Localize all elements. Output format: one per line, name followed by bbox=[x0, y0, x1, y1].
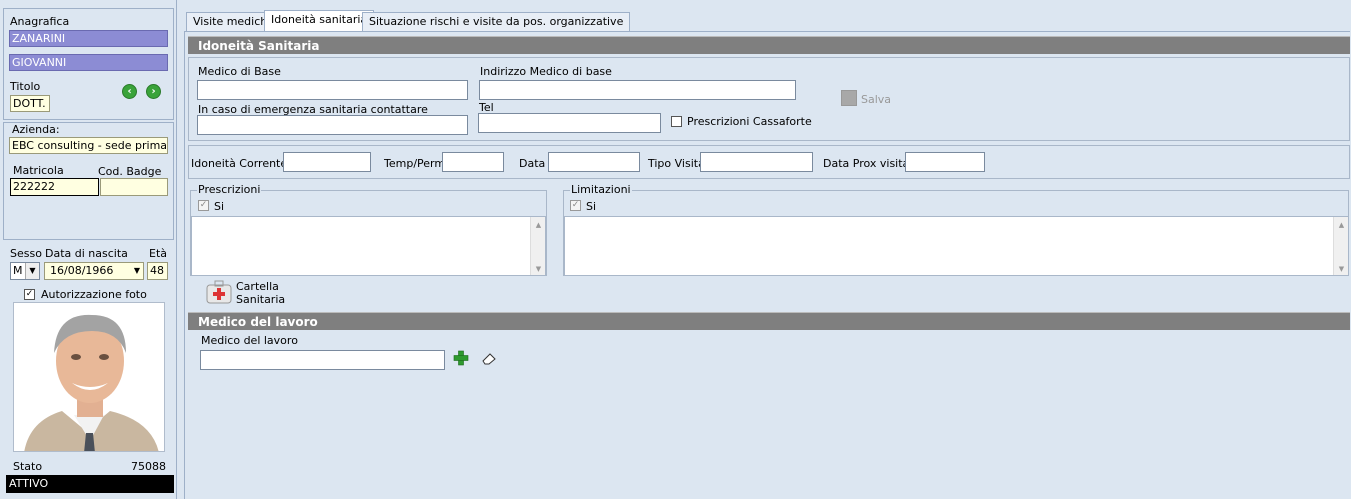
nascita-date-picker[interactable]: 16/08/1966 ▼ bbox=[44, 262, 144, 280]
indirizzo-label: Indirizzo Medico di base bbox=[480, 65, 612, 78]
temp-field[interactable] bbox=[442, 152, 504, 172]
matricola-field[interactable]: 222222 bbox=[10, 178, 99, 196]
medico-base-label: Medico di Base bbox=[198, 65, 281, 78]
idoneita-header: Idoneità Sanitaria bbox=[188, 36, 1350, 54]
azienda-label: Azienda: bbox=[12, 123, 60, 136]
cassaforte-checkbox[interactable] bbox=[671, 116, 682, 127]
stato-number: 75088 bbox=[131, 460, 166, 473]
prescrizioni-si-label: Si bbox=[214, 200, 225, 213]
name-field[interactable]: GIOVANNI bbox=[9, 54, 168, 71]
next-record-icon[interactable]: › bbox=[146, 84, 161, 99]
prox-label: Data Prox visita bbox=[823, 157, 910, 170]
corrente-field[interactable] bbox=[283, 152, 371, 172]
stato-value: ATTIVO bbox=[6, 475, 174, 493]
nascita-label: Data di nascita bbox=[45, 247, 128, 260]
titolo-field[interactable]: DOTT. bbox=[10, 95, 50, 112]
main-panel: Visite mediche Idoneità sanitaria Situaz… bbox=[181, 0, 1351, 499]
sesso-value: M bbox=[13, 264, 23, 277]
tab-idoneita-sanitaria[interactable]: Idoneità sanitaria bbox=[264, 10, 375, 32]
prox-field[interactable] bbox=[905, 152, 985, 172]
sesso-label: Sesso bbox=[10, 247, 42, 260]
cassaforte-label: Prescrizioni Cassaforte bbox=[687, 115, 812, 128]
anagrafica-panel: Anagrafica ZANARINI GIOVANNI Titolo DOTT… bbox=[0, 0, 177, 499]
titolo-label: Titolo bbox=[10, 80, 41, 93]
chevron-down-icon: ▼ bbox=[133, 266, 140, 275]
cod-badge-field[interactable] bbox=[100, 178, 168, 196]
matricola-label: Matricola bbox=[13, 164, 64, 177]
data-field[interactable] bbox=[548, 152, 640, 172]
eta-field: 48 bbox=[147, 262, 168, 280]
nascita-value: 16/08/1966 bbox=[50, 264, 114, 277]
stato-label: Stato bbox=[13, 460, 43, 473]
cartella-label-1: Cartella bbox=[236, 280, 279, 293]
limitazioni-checkbox[interactable]: ✓ bbox=[570, 200, 581, 211]
anagrafica-label: Anagrafica bbox=[10, 15, 70, 28]
cartella-label-2: Sanitaria bbox=[236, 293, 286, 306]
cartella-sanitaria-button[interactable] bbox=[206, 280, 232, 304]
emergenza-field[interactable] bbox=[197, 115, 468, 135]
medico-base-field[interactable] bbox=[197, 80, 468, 100]
medico-lavoro-field[interactable] bbox=[200, 350, 445, 370]
limitazioni-scrollbar[interactable]: ▲ ▼ bbox=[1333, 217, 1348, 275]
prescrizioni-textarea[interactable]: ▲ ▼ bbox=[191, 216, 546, 276]
eta-label: Età bbox=[149, 247, 168, 260]
salva-button[interactable]: Salva bbox=[861, 93, 891, 106]
azienda-field[interactable]: EBC consulting - sede primaria bbox=[9, 137, 168, 154]
limitazioni-label: Limitazioni bbox=[570, 183, 632, 196]
medico-lavoro-label: Medico del lavoro bbox=[201, 334, 298, 347]
cod-badge-label: Cod. Badge bbox=[98, 165, 162, 178]
prescrizioni-label: Prescrizioni bbox=[197, 183, 262, 196]
autorizzazione-label: Autorizzazione foto bbox=[41, 288, 147, 301]
prescrizioni-scrollbar[interactable]: ▲ ▼ bbox=[530, 217, 545, 275]
tipo-field[interactable] bbox=[700, 152, 813, 172]
save-icon[interactable] bbox=[841, 90, 857, 106]
limitazioni-si-label: Si bbox=[586, 200, 597, 213]
tab-situazione-rischi[interactable]: Situazione rischi e visite da pos. organ… bbox=[362, 12, 631, 31]
previous-record-icon[interactable]: ‹ bbox=[122, 84, 137, 99]
add-icon[interactable] bbox=[453, 350, 469, 366]
limitazioni-textarea[interactable]: ▲ ▼ bbox=[564, 216, 1349, 276]
sesso-select[interactable]: M ▼ bbox=[10, 262, 40, 280]
eraser-icon[interactable] bbox=[481, 351, 497, 365]
chevron-down-icon: ▼ bbox=[25, 263, 39, 279]
medical-kit-icon bbox=[206, 280, 232, 304]
temp-label: Temp/Perm bbox=[384, 157, 446, 170]
tel-field[interactable] bbox=[478, 113, 661, 133]
employee-photo bbox=[13, 302, 165, 452]
data-label: Data bbox=[519, 157, 546, 170]
tipo-label: Tipo Visita bbox=[648, 157, 705, 170]
surname-field[interactable]: ZANARINI bbox=[9, 30, 168, 47]
lavoro-header: Medico del lavoro bbox=[188, 312, 1350, 330]
autorizzazione-checkbox[interactable]: ✓ bbox=[24, 289, 35, 300]
indirizzo-field[interactable] bbox=[479, 80, 796, 100]
prescrizioni-checkbox[interactable]: ✓ bbox=[198, 200, 209, 211]
corrente-label: Idoneità Corrente bbox=[191, 157, 288, 170]
